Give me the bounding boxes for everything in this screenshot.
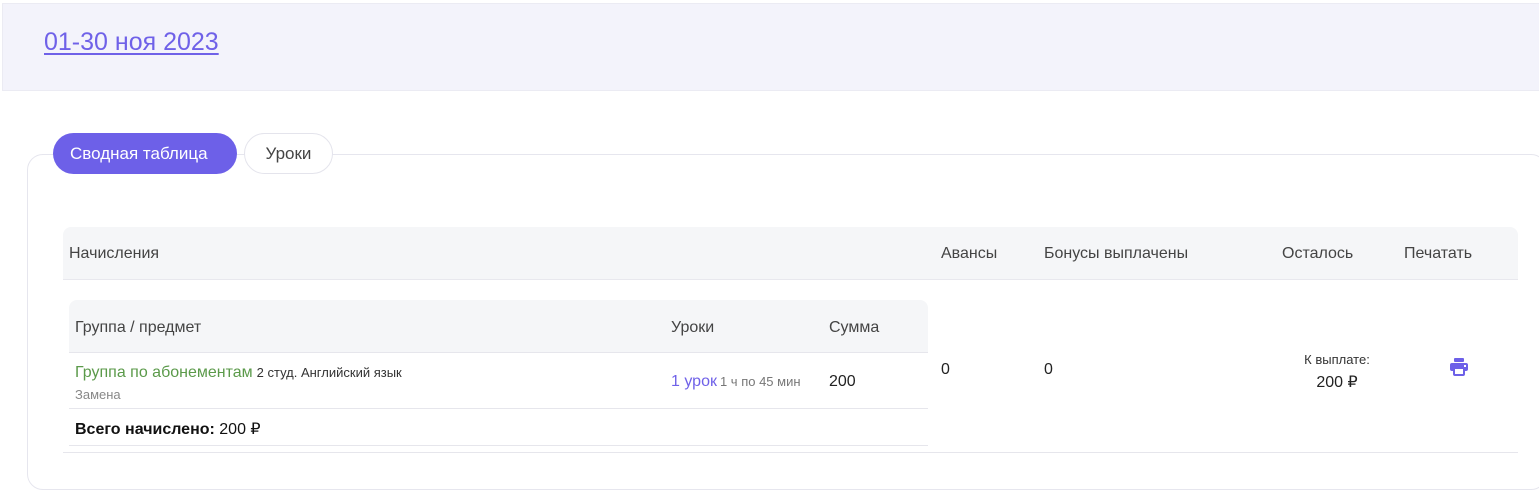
total-row: Всего начислено: 200 ₽ bbox=[69, 409, 928, 446]
printer-icon[interactable] bbox=[1449, 358, 1469, 376]
tab-lessons[interactable]: Уроки bbox=[244, 133, 333, 174]
group-link[interactable]: Группа по абонементам bbox=[75, 364, 253, 381]
tab-bar: Сводная таблица Уроки bbox=[53, 133, 333, 174]
group-subtitle: Замена bbox=[75, 387, 121, 402]
lessons-link[interactable]: 1 урок bbox=[671, 373, 717, 390]
group-cell: Группа по абонементам 2 студ. Английский … bbox=[75, 364, 402, 382]
to-pay-amount: 200 ₽ bbox=[1316, 374, 1358, 391]
col-bonuses: Бонусы выплачены bbox=[1044, 245, 1189, 262]
sum-cell: 200 bbox=[829, 373, 856, 390]
total-value: 200 ₽ bbox=[219, 421, 261, 438]
to-pay-label: К выплате: bbox=[1304, 352, 1370, 367]
page: 01-30 ноя 2023 Сводная таблица Уроки Нач… bbox=[0, 0, 1539, 499]
col-print: Печатать bbox=[1404, 245, 1473, 262]
accruals-table: Группа / предмет Уроки Сумма Группа по а… bbox=[69, 300, 928, 446]
main-table-bottom-border bbox=[63, 452, 1518, 453]
main-table-header: Начисления Авансы Бонусы выплачены Остал… bbox=[63, 227, 1518, 280]
period-header: 01-30 ноя 2023 bbox=[2, 3, 1539, 91]
total-accrued: Всего начислено: 200 ₽ bbox=[75, 419, 261, 439]
tab-summary[interactable]: Сводная таблица bbox=[53, 133, 237, 174]
lessons-cell: 1 урок 1 ч по 45 мин bbox=[671, 373, 801, 391]
total-label: Всего начислено: bbox=[75, 421, 215, 438]
lessons-duration: 1 ч по 45 мин bbox=[719, 374, 801, 389]
period-link[interactable]: 01-30 ноя 2023 bbox=[44, 28, 219, 57]
col-sum: Сумма bbox=[829, 319, 880, 336]
advances-value: 0 bbox=[941, 361, 950, 378]
col-lessons: Уроки bbox=[671, 319, 715, 336]
col-remaining: Осталось bbox=[1282, 245, 1354, 262]
col-accruals: Начисления bbox=[69, 245, 160, 262]
bonuses-value: 0 bbox=[1044, 361, 1053, 378]
table-row: Группа по абонементам 2 студ. Английский … bbox=[69, 353, 928, 409]
accruals-table-header: Группа / предмет Уроки Сумма bbox=[69, 300, 928, 353]
col-advances: Авансы bbox=[941, 245, 998, 262]
group-meta: 2 студ. Английский язык bbox=[256, 365, 402, 380]
col-group: Группа / предмет bbox=[75, 319, 202, 336]
remaining-cell: К выплате: 200 ₽ bbox=[1290, 352, 1384, 392]
